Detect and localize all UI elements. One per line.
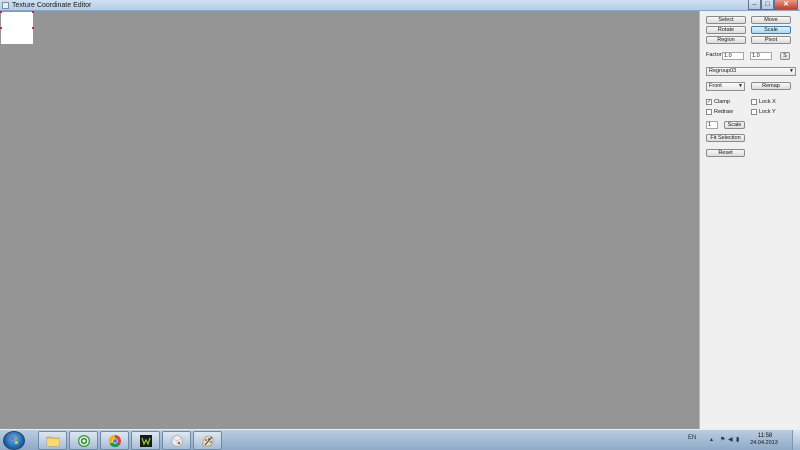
uv-point[interactable] <box>0 27 2 29</box>
clock-time[interactable]: 11:58 <box>750 433 780 440</box>
redraw-label: Redraw <box>714 109 733 115</box>
factor-lock-button[interactable]: S <box>780 52 790 60</box>
taskbar-app-3d[interactable] <box>162 431 191 450</box>
move-mode-button[interactable]: Move <box>751 16 791 24</box>
taskbar-app-mail-agent[interactable] <box>69 431 98 450</box>
app-icon <box>2 2 9 9</box>
show-desktop-button[interactable] <box>792 430 800 450</box>
rotate-mode-button[interactable]: Rotate <box>706 26 746 34</box>
uv-point[interactable] <box>0 11 2 13</box>
select-mode-button[interactable]: Select <box>706 16 746 24</box>
uv-point[interactable] <box>32 11 34 13</box>
folder-icon <box>46 436 60 447</box>
window-controls: – □ ✕ <box>748 0 798 10</box>
chrome-icon <box>108 435 121 448</box>
clock-date[interactable]: 24.04.2013 <box>746 440 782 447</box>
texture-preview[interactable] <box>0 11 34 44</box>
region-mode-button[interactable]: Region <box>706 36 746 44</box>
language-indicator[interactable]: EN <box>688 435 696 441</box>
tool-panel: Select Move Rotate Scale Region Pivot Fa… <box>699 11 800 429</box>
factor-label: Factor <box>706 52 722 58</box>
clamp-label: Clamp <box>714 99 730 105</box>
start-button[interactable] <box>3 431 25 450</box>
maximize-button[interactable]: □ <box>761 0 774 10</box>
minimize-button[interactable]: – <box>748 0 761 10</box>
uv-canvas[interactable] <box>0 11 699 429</box>
network-icon[interactable]: ▮ <box>736 437 742 443</box>
volume-icon[interactable]: ◀ <box>728 437 734 443</box>
close-button[interactable]: ✕ <box>774 0 798 10</box>
w-letter-icon <box>140 435 152 447</box>
lock-x-checkbox[interactable] <box>751 99 757 105</box>
view-select-value: Front <box>709 83 722 89</box>
taskbar-app-chrome[interactable] <box>100 431 129 450</box>
view-select[interactable]: Front ▼ <box>706 82 745 91</box>
taskbar: EN ▴ ⚑ ◀ ▮ 11:58 24.04.2013 <box>0 429 800 450</box>
taskbar-app-paint[interactable] <box>193 431 222 450</box>
windows-logo-icon <box>11 437 19 445</box>
flag-icon[interactable]: ⚑ <box>720 437 726 443</box>
factor-x-input[interactable]: 1.0 <box>722 52 744 60</box>
clamp-checkbox[interactable]: ✓ <box>706 99 712 105</box>
system-tray: EN ▴ ⚑ ◀ ▮ 11:58 24.04.2013 <box>688 430 800 450</box>
window-titlebar[interactable]: Texture Coordinate Editor – □ ✕ <box>0 0 800 11</box>
lock-x-label: Lock X <box>759 99 776 105</box>
scale-apply-button[interactable]: Scale <box>724 121 745 129</box>
cube-icon <box>171 434 183 448</box>
factor-y-input[interactable]: 1.0 <box>750 52 772 60</box>
pivot-mode-button[interactable]: Pivot <box>751 36 791 44</box>
paint-palette-icon <box>202 435 214 447</box>
taskbar-app-explorer[interactable] <box>38 431 67 450</box>
lock-y-checkbox[interactable] <box>751 109 757 115</box>
taskbar-app-w[interactable] <box>131 431 160 450</box>
uv-point[interactable] <box>32 27 34 29</box>
reset-button[interactable]: Reset <box>706 149 745 157</box>
chevron-down-icon: ▼ <box>789 68 794 74</box>
lock-y-label: Lock Y <box>759 109 776 115</box>
tray-expand-icon[interactable]: ▴ <box>710 437 716 443</box>
window-title: Texture Coordinate Editor <box>12 2 92 9</box>
at-sign-icon <box>78 435 90 447</box>
scale-mode-button[interactable]: Scale <box>751 26 791 34</box>
regroup-select[interactable]: Regroup03 ▼ <box>706 67 796 76</box>
redraw-checkbox[interactable] <box>706 109 712 115</box>
chevron-down-icon: ▼ <box>738 83 743 89</box>
remap-button[interactable]: Remap <box>751 82 791 90</box>
fit-selection-button[interactable]: Fit Selection <box>706 134 745 142</box>
regroup-select-value: Regroup03 <box>709 68 737 74</box>
scale-value-input[interactable]: 1 <box>706 121 718 129</box>
